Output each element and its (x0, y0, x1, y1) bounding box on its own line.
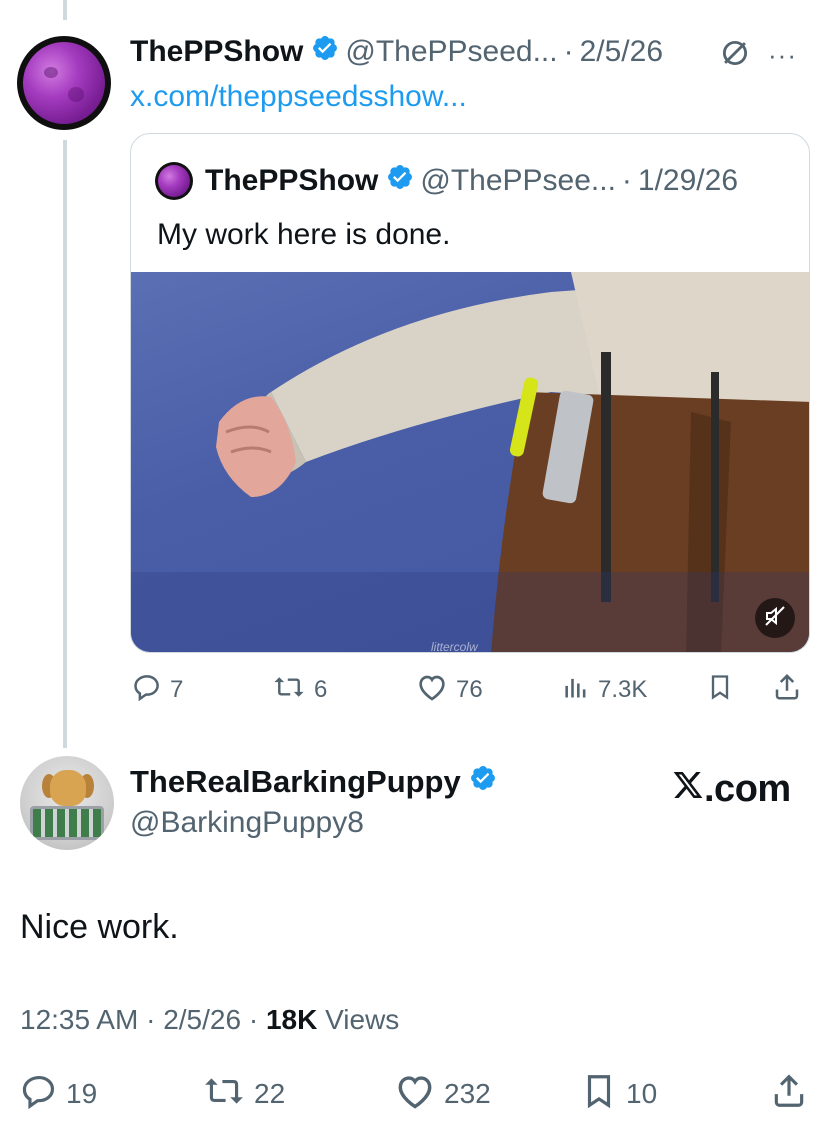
bookmark-button[interactable]: 10 (580, 1072, 657, 1117)
like-icon (416, 672, 448, 709)
x-com-text: .com (704, 768, 791, 810)
reply-date[interactable]: 2/5/26 (163, 1004, 241, 1035)
parent-top-icons: ··· (718, 36, 797, 75)
parent-handle[interactable]: @ThePPseed... (345, 35, 557, 69)
like-button[interactable]: 232 (394, 1072, 491, 1117)
media-watermark: littercolw (431, 640, 478, 653)
reply-button[interactable]: 7 (132, 672, 183, 709)
views-count: 7.3K (598, 676, 648, 703)
reply-button[interactable]: 19 (20, 1072, 97, 1117)
bookmark-icon (706, 672, 734, 709)
thread-line-top (63, 0, 67, 20)
mute-icon (763, 604, 787, 633)
parent-date[interactable]: 2/5/26 (580, 35, 663, 69)
grok-icon[interactable] (718, 36, 752, 75)
quoted-avatar (155, 162, 193, 200)
reply-views-count: 18K (265, 1004, 318, 1035)
views-button[interactable]: 7.3K (562, 672, 647, 709)
bookmark-button[interactable] (706, 672, 734, 709)
quoted-tweet-card[interactable]: ThePPShow @ThePPsee... · 1/29/26 My work… (130, 133, 810, 653)
like-button[interactable]: 76 (416, 672, 483, 709)
like-count: 232 (444, 1078, 491, 1109)
reply-icon (20, 1072, 58, 1117)
bookmark-icon (580, 1072, 618, 1117)
reply-count: 19 (66, 1078, 98, 1109)
share-icon (772, 672, 802, 709)
verified-badge-icon (311, 34, 339, 70)
reply-meta: 12:35 AM · 2/5/26 · 18K Views (20, 1004, 399, 1036)
reply-count: 7 (170, 676, 184, 703)
mute-button[interactable] (755, 598, 795, 638)
x-logo-icon (672, 768, 704, 811)
repost-count: 6 (314, 676, 328, 703)
share-icon (770, 1072, 808, 1117)
repost-button[interactable]: 6 (272, 672, 327, 709)
views-icon (562, 672, 590, 709)
reply-avatar[interactable] (20, 756, 114, 850)
reply-icon (132, 672, 162, 709)
reply-handle[interactable]: @BarkingPuppy8 (130, 806, 364, 840)
more-icon[interactable]: ··· (768, 40, 797, 71)
quoted-tweet-text: My work here is done. (157, 218, 451, 251)
verified-badge-icon (469, 764, 497, 800)
share-button[interactable] (772, 672, 802, 709)
separator: · (563, 35, 574, 68)
quoted-display-name: ThePPShow (205, 164, 379, 197)
quoted-handle: @ThePPsee... (420, 164, 616, 197)
share-button[interactable] (770, 1072, 808, 1117)
reply-action-bar: 19 22 232 10 (0, 1072, 828, 1116)
repost-icon (272, 672, 306, 709)
thread-line (63, 140, 67, 748)
quoted-media-video[interactable]: littercolw (131, 272, 809, 653)
separator: · (248, 1004, 259, 1035)
reply-views-label: Views (325, 1004, 400, 1035)
parent-action-bar: 7 6 76 7.3K (0, 670, 828, 710)
like-icon (394, 1072, 436, 1117)
reply-name-row: TheRealBarkingPuppy (130, 764, 503, 800)
bookmark-count: 10 (626, 1078, 658, 1109)
reply-tweet-text: Nice work. (20, 908, 179, 946)
x-com-badge: .com (672, 768, 791, 811)
quoted-tweet-header: ThePPShow @ThePPsee... · 1/29/26 (155, 162, 738, 200)
reply-display-name[interactable]: TheRealBarkingPuppy (130, 764, 461, 800)
like-count: 76 (456, 676, 483, 703)
repost-count: 22 (254, 1078, 286, 1109)
quoted-date: 1/29/26 (637, 164, 738, 197)
separator: · (621, 164, 632, 197)
reply-time[interactable]: 12:35 AM (20, 1004, 138, 1035)
repost-icon (202, 1072, 246, 1117)
parent-tweet-header: ThePPShow @ThePPseed... · 2/5/26 (130, 30, 663, 74)
separator: · (146, 1004, 156, 1035)
parent-display-name[interactable]: ThePPShow (130, 35, 303, 69)
verified-badge-icon (386, 163, 414, 199)
repost-button[interactable]: 22 (202, 1072, 285, 1117)
video-frame (131, 272, 809, 652)
parent-avatar[interactable] (17, 36, 111, 130)
parent-link[interactable]: x.com/theppseedsshow... (130, 80, 467, 114)
